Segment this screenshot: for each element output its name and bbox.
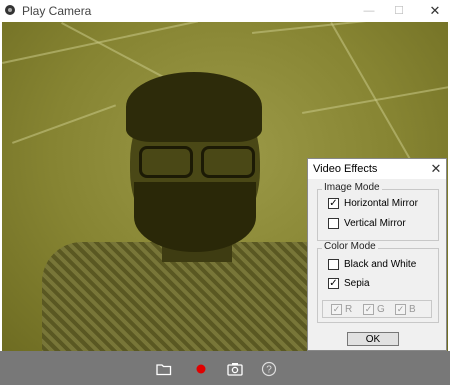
- checkbox-label: R: [345, 304, 353, 315]
- checkbox-label: Horizontal Mirror: [344, 198, 418, 209]
- camera-icon[interactable]: [226, 360, 244, 378]
- image-mode-group: Image Mode: [317, 182, 439, 241]
- person-beard: [134, 182, 256, 252]
- checkbox-label: Black and White: [344, 259, 417, 270]
- help-icon[interactable]: ?: [260, 360, 278, 378]
- svg-text:?: ?: [266, 365, 272, 376]
- ceiling-line: [330, 22, 412, 162]
- minimize-button[interactable]: —: [354, 0, 384, 22]
- checkbox-label: Vertical Mirror: [344, 218, 406, 229]
- ok-button[interactable]: OK: [347, 332, 399, 346]
- glasses-lens: [201, 146, 255, 178]
- color-mode-label: Color Mode: [322, 241, 378, 252]
- checkbox-label: G: [377, 304, 385, 315]
- checkbox-box[interactable]: [328, 218, 339, 229]
- close-button[interactable]: ✕: [420, 0, 450, 22]
- person-hair: [126, 72, 262, 142]
- folder-open-icon[interactable]: [155, 360, 173, 378]
- glasses-lens: [139, 146, 193, 178]
- checkbox-box[interactable]: ✓: [395, 304, 406, 315]
- rgb-channel-group: ✓ R ✓ G ✓ B: [322, 300, 432, 318]
- checkbox-box[interactable]: ✓: [328, 278, 339, 289]
- video-effects-dialog: Video Effects ✕ Image Mode ✓ Horizontal …: [307, 158, 447, 351]
- maximize-button[interactable]: ☐: [384, 0, 414, 22]
- ceiling-line: [12, 104, 117, 144]
- image-mode-label: Image Mode: [322, 182, 382, 193]
- checkbox-box[interactable]: [328, 259, 339, 270]
- dialog-title: Video Effects: [313, 163, 378, 175]
- bottom-toolbar: ?: [0, 351, 450, 385]
- checkbox-box[interactable]: ✓: [328, 198, 339, 209]
- camera-app-icon: [5, 5, 15, 15]
- window-title: Play Camera: [22, 4, 92, 18]
- checkbox-label: Sepia: [344, 278, 370, 289]
- checkbox-box[interactable]: ✓: [331, 304, 342, 315]
- person-glasses: [139, 146, 259, 178]
- checkbox-label: B: [409, 304, 416, 315]
- record-icon[interactable]: [192, 360, 210, 378]
- checkbox-box[interactable]: ✓: [363, 304, 374, 315]
- title-bar: Play Camera — ☐ ✕: [0, 0, 450, 22]
- ceiling-line: [252, 22, 448, 34]
- dialog-close-button[interactable]: ✕: [428, 160, 444, 177]
- dialog-title-bar: Video Effects ✕: [308, 159, 446, 179]
